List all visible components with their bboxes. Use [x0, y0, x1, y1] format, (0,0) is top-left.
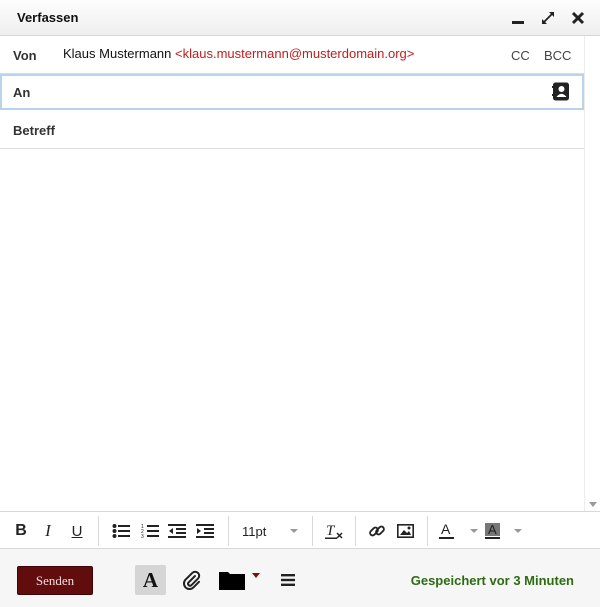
format-toolbar: B I U 1 2 3 11pt T A A: [0, 511, 600, 549]
background-color-icon: A: [485, 522, 500, 539]
bcc-button[interactable]: BCC: [544, 48, 571, 63]
subject-row: Betreff: [0, 110, 584, 149]
toolbar-separator: [98, 516, 99, 546]
insert-link-button[interactable]: [366, 519, 388, 543]
from-identity[interactable]: Klaus Mustermann <klaus.mustermann@muste…: [63, 46, 414, 61]
menu-icon: [281, 574, 295, 586]
from-row: Von Klaus Mustermann <klaus.mustermann@m…: [0, 36, 584, 74]
image-icon: [396, 524, 414, 538]
message-body[interactable]: [0, 149, 584, 511]
font-size-select[interactable]: 11pt: [238, 519, 302, 543]
compose-window: Verfassen Von Klaus Mustermann <klaus.mu…: [0, 0, 600, 607]
outdent-button[interactable]: [166, 519, 188, 543]
to-input[interactable]: [42, 80, 542, 104]
body-scrollbar[interactable]: [584, 36, 600, 511]
subject-label: Betreff: [13, 123, 55, 138]
numbered-list-icon: 1 2 3: [141, 524, 159, 539]
toolbar-separator: [312, 516, 313, 546]
close-icon: [571, 11, 585, 25]
text-color-glyph: A: [441, 522, 451, 537]
chevron-down-icon: [470, 529, 478, 533]
from-name: Klaus Mustermann: [63, 46, 172, 61]
from-label: Von: [13, 48, 37, 63]
save-to-folder-button[interactable]: [218, 565, 266, 595]
chevron-down-icon: [252, 572, 260, 578]
italic-button[interactable]: I: [40, 519, 56, 543]
bold-button[interactable]: B: [12, 519, 30, 543]
minimize-icon: [512, 21, 524, 24]
bullet-list-button[interactable]: [110, 519, 132, 543]
formatting-toggle-button[interactable]: A: [135, 565, 166, 595]
chevron-down-icon: [290, 529, 298, 533]
background-color-button[interactable]: A: [484, 519, 522, 543]
window-controls: [510, 8, 586, 28]
from-email: <klaus.mustermann@musterdomain.org>: [175, 46, 415, 61]
address-book-button[interactable]: [552, 82, 570, 101]
title-bar: Verfassen: [0, 0, 600, 36]
indent-icon: [196, 524, 214, 538]
bullet-list-icon: [112, 524, 130, 538]
cc-button[interactable]: CC: [511, 48, 530, 63]
attachment-icon: [183, 570, 201, 590]
scroll-down-arrow[interactable]: [589, 502, 597, 507]
underline-button[interactable]: U: [68, 519, 86, 543]
svg-text:3: 3: [141, 534, 144, 539]
link-icon: [369, 525, 385, 537]
minimize-button[interactable]: [510, 8, 526, 28]
svg-text:T: T: [326, 523, 336, 539]
more-options-button[interactable]: [278, 565, 298, 595]
to-row: An: [0, 74, 584, 110]
toolbar-separator: [355, 516, 356, 546]
attach-button[interactable]: [180, 565, 204, 595]
action-bar: Senden A Gespeichert vor 3 Minuten: [0, 549, 600, 607]
address-book-icon: [552, 82, 569, 101]
window-title: Verfassen: [17, 10, 79, 25]
toolbar-separator: [427, 516, 428, 546]
maximize-icon: [542, 12, 554, 24]
subject-input[interactable]: [70, 118, 570, 142]
folder-icon: [219, 572, 245, 590]
toolbar-separator: [228, 516, 229, 546]
insert-image-button[interactable]: [394, 519, 416, 543]
font-size-value: 11pt: [242, 523, 267, 539]
to-label: An: [13, 85, 31, 100]
maximize-button[interactable]: [540, 8, 556, 28]
clear-format-button[interactable]: T: [323, 519, 345, 543]
send-button[interactable]: Senden: [17, 566, 93, 595]
close-button[interactable]: [570, 8, 586, 28]
text-color-button[interactable]: A: [438, 519, 478, 543]
indent-button[interactable]: [194, 519, 216, 543]
clear-format-icon: T: [325, 523, 343, 539]
outdent-icon: [168, 524, 186, 538]
bg-color-glyph: A: [488, 522, 497, 537]
numbered-list-button[interactable]: 1 2 3: [139, 519, 161, 543]
chevron-down-icon: [514, 529, 522, 533]
saved-status: Gespeichert vor 3 Minuten: [410, 573, 574, 588]
text-color-icon: A: [439, 522, 454, 539]
